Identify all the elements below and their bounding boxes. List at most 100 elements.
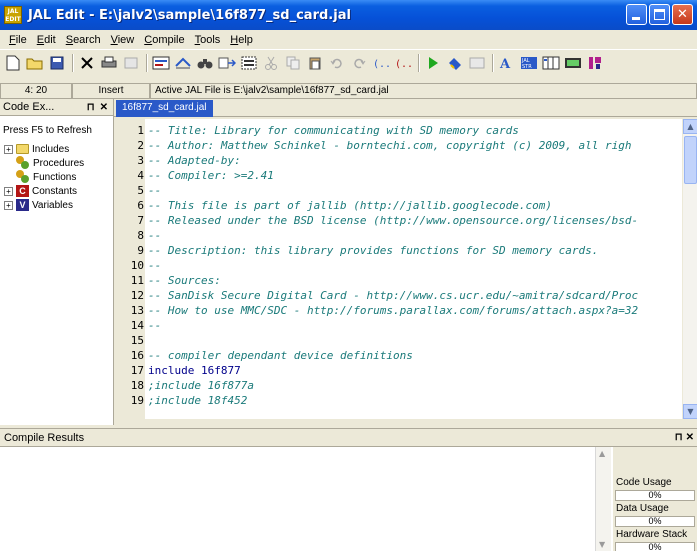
minimize-button[interactable] [626,4,647,25]
line-number: 4 [137,169,144,182]
code-line[interactable]: 12 -- SanDisk Secure Digital Card - http:… [116,288,638,303]
menu-file[interactable]: File [4,34,32,46]
pin-icon[interactable]: ⊓ [87,102,95,113]
compile-results-title: Compile Results [4,431,85,444]
code-line[interactable]: 11 -- Sources: [116,273,221,288]
scroll-down-icon[interactable]: ▼ [683,404,697,419]
code-line[interactable]: 17 include 16f877 [116,363,241,378]
folder-icon [16,144,29,154]
line-number: 6 [137,199,144,212]
tab-16f877-sd-card[interactable]: 16f877_sd_card.jal [116,100,213,117]
code-text: -- Author: Matthew Schinkel - borntechi.… [148,139,632,152]
paste-icon[interactable] [305,53,325,73]
tree-item-variables[interactable]: + V Variables [0,198,113,212]
scroll-up-icon[interactable]: ▲ [599,449,605,458]
menu-compile[interactable]: Compile [139,34,189,46]
expand-icon[interactable]: + [4,186,13,196]
columns-icon[interactable] [541,53,561,73]
code-text: -- This file is part of jallib (http://j… [148,199,552,212]
code-line[interactable]: 9 -- Description: this library provides f… [116,243,598,258]
expand-icon[interactable]: + [4,144,13,154]
save-icon[interactable] [47,53,67,73]
line-number: 10 [130,259,144,272]
code-text: include 16f877 [148,364,241,377]
editor-vertical-scrollbar[interactable]: ▲ ▼ [682,119,697,419]
tree-item-constants[interactable]: + C Constants [0,184,113,198]
close-window-button[interactable]: ✕ [672,4,693,25]
compile-results-header: Compile Results ⊓ ✕ [0,429,697,447]
tree-item-label: Procedures [33,157,85,169]
code-line[interactable]: 10 -- [116,258,162,273]
code-line[interactable]: 8 -- [116,228,161,243]
tree-item-functions[interactable]: Functions [0,170,113,184]
code-line[interactable]: 5 -- [116,183,161,198]
copy-icon[interactable] [283,53,303,73]
menu-help[interactable]: Help [225,34,258,46]
compile-output-area[interactable] [0,447,595,551]
scroll-up-icon[interactable]: ▲ [683,119,697,134]
print-preview-icon[interactable] [121,53,141,73]
line-number: 1 [137,124,144,137]
code-editor[interactable]: 1 -- Title: Library for communicating wit… [116,119,682,419]
line-number: 8 [137,229,144,242]
code-line[interactable]: 4 -- Compiler: >=2.41 [116,168,274,183]
print-icon[interactable] [99,53,119,73]
function-icon [16,170,30,184]
code-line[interactable]: 18 ;include 16f877a [116,378,254,393]
menu-tools[interactable]: Tools [190,34,226,46]
magenta-tool-icon[interactable] [585,53,605,73]
code-line[interactable]: 19 ;include 18f452 [116,393,248,408]
code-line[interactable]: 14 -- [116,318,162,333]
redo-icon[interactable] [349,53,369,73]
program-icon[interactable] [445,53,465,73]
code-line[interactable]: 1 -- Title: Library for communicating wit… [116,123,519,138]
close-icon[interactable] [77,53,97,73]
scroll-down-icon[interactable]: ▼ [599,540,605,549]
bracket-icon[interactable]: (..) [371,53,391,73]
find-icon[interactable] [151,53,171,73]
menu-search[interactable]: Search [61,34,106,46]
scroll-thumb[interactable] [684,136,697,184]
menu-edit[interactable]: Edit [32,34,61,46]
code-text: -- Title: Library for communicating with… [148,124,519,137]
jal-edit-app-icon[interactable]: JAL EDIT [4,6,22,24]
new-file-icon[interactable] [3,53,23,73]
open-folder-icon[interactable] [25,53,45,73]
code-text: -- [148,229,162,242]
font-icon[interactable]: A [497,53,517,73]
hardware-stack-label: Hardware Stack [616,529,688,540]
undo-icon[interactable] [327,53,347,73]
compile-run-icon[interactable] [423,53,443,73]
jal-strings-icon[interactable]: JAL STR [519,53,539,73]
goto-line-icon[interactable] [217,53,237,73]
select-all-icon[interactable] [239,53,259,73]
code-line[interactable]: 16 -- compiler dependant device definitio… [116,348,413,363]
code-line[interactable]: 13 -- How to use MMC/SDC - http://forums.… [116,303,638,318]
line-number: 11 [130,274,144,287]
code-text: -- Compiler: >=2.41 [148,169,274,182]
close-panel-icon[interactable]: ✕ [686,432,694,443]
bracket-match-icon[interactable]: (..) [393,53,413,73]
compile-output-scrollbar[interactable]: ▲ ▼ [595,447,611,551]
code-line[interactable]: 6 -- This file is part of jallib (http://… [116,198,552,213]
code-text: -- How to use MMC/SDC - http://forums.pa… [148,304,639,317]
binoculars-icon[interactable] [195,53,215,73]
disabled-icon[interactable] [467,53,487,73]
code-line[interactable]: 7 -- Released under the BSD license (http… [116,213,638,228]
refresh-hint: Press F5 to Refresh [3,125,92,136]
tree-item-includes[interactable]: + Includes [0,142,113,156]
code-line[interactable]: 3 -- Adapted-by: [116,153,240,168]
replace-icon[interactable] [173,53,193,73]
close-panel-icon[interactable]: ✕ [100,102,108,113]
pin-icon[interactable]: ⊓ [675,432,683,443]
maximize-button[interactable] [649,4,670,25]
expand-icon[interactable]: + [4,200,13,210]
code-line[interactable]: 15 [116,333,148,348]
tree-item-label: Constants [32,185,78,197]
menu-view[interactable]: View [106,34,140,46]
code-line[interactable]: 2 -- Author: Matthew Schinkel - borntechi… [116,138,631,153]
cut-icon[interactable] [261,53,281,73]
tree-item-procedures[interactable]: Procedures [0,156,113,170]
ascii-table-icon[interactable] [563,53,583,73]
